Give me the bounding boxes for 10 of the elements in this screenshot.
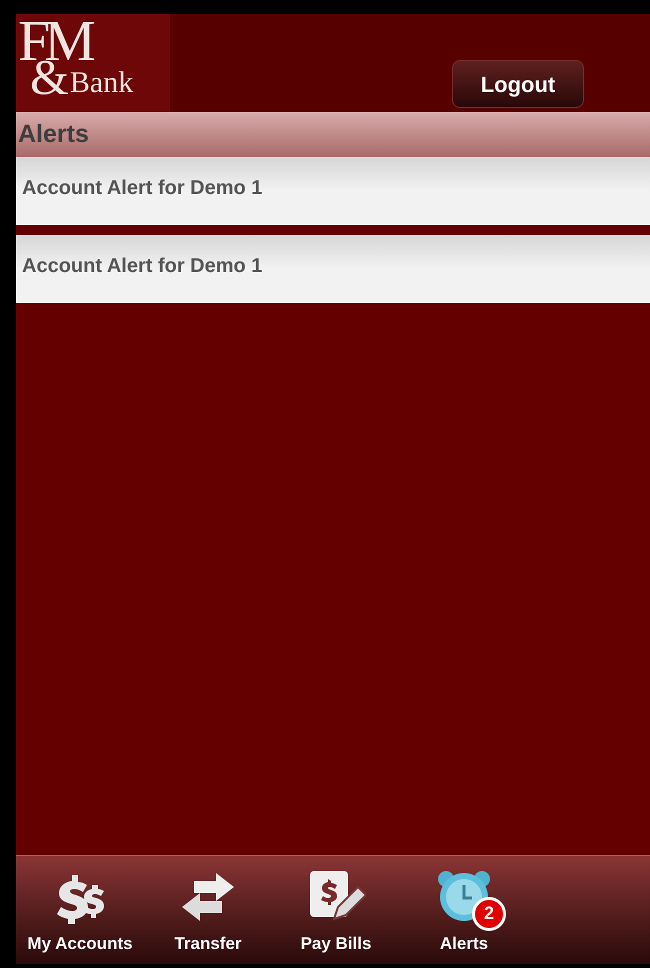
tab-bar-item[interactable]: Pay Bills <box>272 868 400 956</box>
bank-logo: FM &Bank <box>16 14 170 112</box>
logout-button[interactable]: Logout <box>452 60 584 108</box>
alert-item[interactable]: Account Alert for Demo 1 <box>16 235 650 303</box>
tab-bar-item[interactable]: 2 Alerts <box>400 868 528 956</box>
alert-item[interactable]: Account Alert for Demo 1 <box>16 157 650 225</box>
tab-bar-item[interactable]: My Accounts <box>16 870 144 956</box>
notification-badge: 2 <box>472 896 506 930</box>
page-title: Alerts <box>18 118 89 150</box>
tab-bar-item[interactable]: Transfer <box>144 870 272 956</box>
